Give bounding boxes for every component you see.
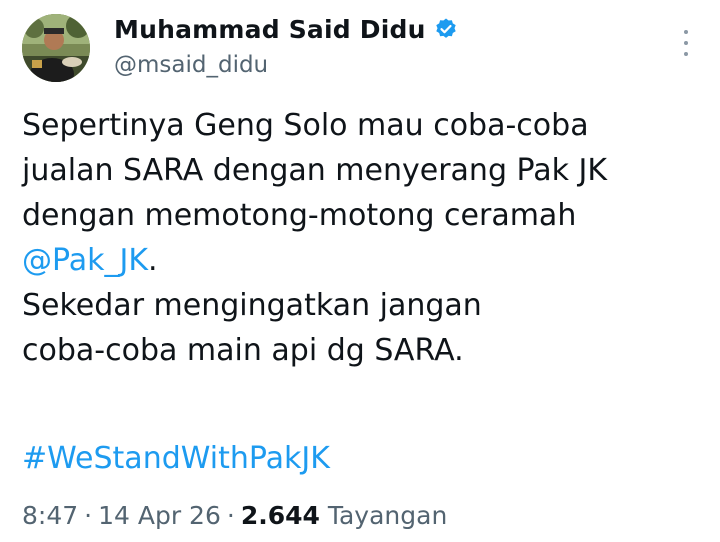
tweet-time[interactable]: 8:47 <box>22 501 78 530</box>
profile-photo-image <box>22 14 90 82</box>
more-dot <box>684 41 688 45</box>
tweet-line: Sekedar mengingatkan jangan <box>22 288 482 323</box>
author-block: Muhammad Said Didu @msaid_didu <box>114 14 458 78</box>
tweet-line: coba-coba main api dg SARA. <box>22 333 464 368</box>
tweet-line-mention: @Pak_JK. <box>22 238 702 283</box>
more-options-icon[interactable] <box>682 30 690 56</box>
more-dot <box>684 52 688 56</box>
more-dot <box>684 30 688 34</box>
mention-link[interactable]: @Pak_JK <box>22 243 148 278</box>
display-name[interactable]: Muhammad Said Didu <box>114 15 426 44</box>
meta-separator: · <box>84 501 93 530</box>
tweet-date[interactable]: 14 Apr 26 <box>98 501 221 530</box>
views-label[interactable]: Tayangan <box>328 501 447 530</box>
avatar[interactable] <box>22 14 90 82</box>
tweet-line: Sepertinya Geng Solo mau coba-coba <box>22 108 589 143</box>
hashtag-link[interactable]: #WeStandWithPakJK <box>22 441 330 476</box>
mention-suffix: . <box>148 243 158 278</box>
meta-separator: · <box>226 501 235 530</box>
tweet-card: Muhammad Said Didu @msaid_didu Sepertiny… <box>0 0 720 542</box>
verified-badge-icon[interactable] <box>434 17 458 41</box>
views-count[interactable]: 2.644 <box>241 501 320 530</box>
tweet-line: dengan memotong-motong ceramah <box>22 198 577 233</box>
tweet-line: jualan SARA dengan menyerang Pak JK <box>22 153 608 188</box>
tweet-meta: 8:47 · 14 Apr 26 · 2.644 Tayangan <box>22 497 447 535</box>
tweet-text: Sepertinya Geng Solo mau coba-coba juala… <box>22 103 702 373</box>
name-row: Muhammad Said Didu <box>114 14 458 44</box>
hashtag-line: #WeStandWithPakJK <box>22 436 330 481</box>
user-handle[interactable]: @msaid_didu <box>114 52 458 78</box>
